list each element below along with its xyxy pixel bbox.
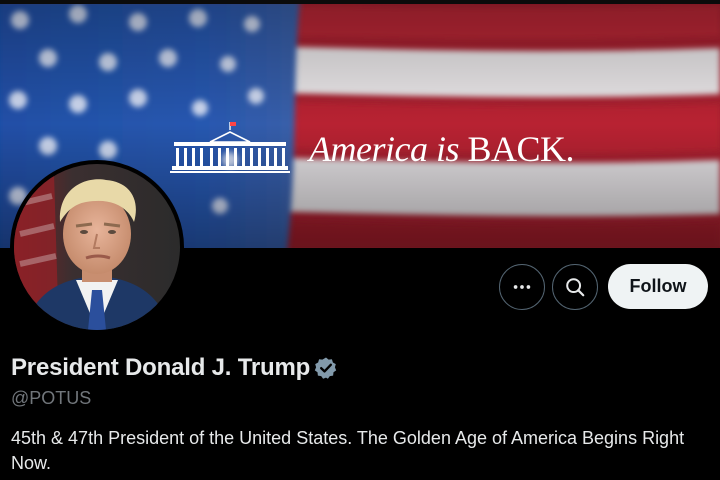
avatar[interactable]: [10, 160, 184, 334]
search-button[interactable]: [552, 264, 598, 310]
user-handle: @POTUS: [11, 388, 92, 408]
top-edge: [0, 0, 720, 4]
more-button[interactable]: [499, 264, 545, 310]
more-icon: [513, 285, 531, 289]
follow-button[interactable]: Follow: [608, 264, 708, 309]
profile-page: America is BACK. Follow President Donald…: [0, 0, 720, 480]
display-name: President Donald J. Trump: [11, 354, 311, 381]
banner-caption-italic: America is: [309, 129, 459, 169]
verified-badge-icon[interactable]: [314, 356, 338, 380]
profile-photo: [14, 164, 180, 330]
banner-caption-bold: BACK.: [467, 129, 574, 169]
display-name-row: President Donald J. Trump: [11, 354, 338, 382]
banner-caption: America is BACK.: [309, 128, 574, 170]
white-house-icon: [170, 122, 290, 173]
profile-bio: 45th & 47th President of the United Stat…: [11, 428, 685, 473]
search-icon: [566, 278, 585, 297]
